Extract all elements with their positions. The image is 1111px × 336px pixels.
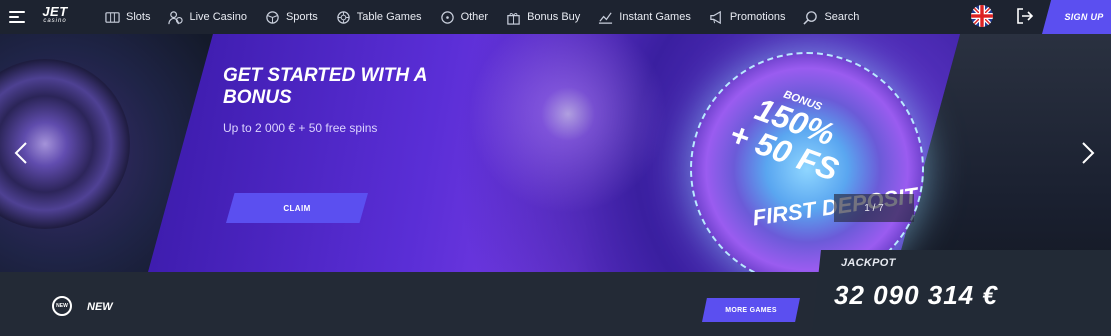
more-games-button[interactable]: MORE GAMES <box>702 298 800 322</box>
login-icon[interactable] <box>1016 7 1034 25</box>
sign-up-button[interactable]: SIGN UP <box>1042 0 1111 34</box>
gift-box-icon <box>507 12 520 25</box>
jackpot-label: JACKPOT <box>841 257 896 269</box>
new-badge-icon: NEW <box>52 296 72 316</box>
next-slide-arrow-icon[interactable] <box>1081 141 1095 165</box>
previous-slide-arrow-icon[interactable] <box>14 141 28 165</box>
dealer-icon <box>168 10 184 24</box>
nav-instant-games[interactable]: Instant Games <box>598 10 691 25</box>
nav-label: Live Casino <box>189 11 247 23</box>
nav-label: Table Games <box>356 11 422 23</box>
claim-button[interactable]: CLAIM <box>226 193 368 223</box>
nav-live-casino[interactable]: Live Casino <box>168 10 247 25</box>
nav-label: Search <box>824 11 860 23</box>
nav-promotions[interactable]: Promotions <box>709 10 786 25</box>
section-title: NEW <box>87 301 113 313</box>
slide-counter: 1 / 7 <box>834 194 914 222</box>
main-nav: Slots Live Casino Sports Table Games Oth… <box>105 0 877 34</box>
sign-up-label: SIGN UP <box>1064 12 1104 22</box>
nav-other[interactable]: Other <box>440 10 489 25</box>
top-navigation-bar: JET casino Slots Live Casino Sports Tabl… <box>0 0 1111 34</box>
jackpot-value: 32 090 314 € <box>834 280 998 310</box>
hero-carousel: BONUS 150% + 50 FS FIRST DEPOSIT GET STA… <box>0 34 1111 272</box>
nav-label: Other <box>460 11 489 23</box>
new-badge-text: NEW <box>56 303 68 309</box>
nav-label: Instant Games <box>619 11 691 23</box>
nav-slots[interactable]: Slots <box>105 10 150 25</box>
more-games-label: MORE GAMES <box>725 306 777 314</box>
uk-flag-icon[interactable] <box>971 5 993 27</box>
jet-casino-logo[interactable]: JET casino <box>37 5 73 24</box>
nav-label: Bonus Buy <box>527 11 581 23</box>
chart-line-icon <box>599 11 613 24</box>
sports-ball-icon <box>266 10 279 24</box>
slot-machine-icon <box>105 11 120 23</box>
hero-title: GET STARTED WITH A BONUS <box>223 65 427 108</box>
hero-subtitle: Up to 2 000 € + 50 free spins <box>223 121 378 135</box>
search-icon <box>803 10 818 25</box>
nav-label: Sports <box>285 11 318 23</box>
logo-main-text: JET <box>42 4 68 19</box>
nav-label: Slots <box>126 11 151 23</box>
nav-table-games[interactable]: Table Games <box>336 10 422 25</box>
nav-search[interactable]: Search <box>803 10 859 25</box>
nav-bonus-buy[interactable]: Bonus Buy <box>506 10 580 25</box>
megaphone-icon <box>710 10 721 24</box>
chip-icon <box>337 10 350 24</box>
nav-sports[interactable]: Sports <box>265 10 318 25</box>
nav-label: Promotions <box>729 11 786 23</box>
menu-icon[interactable] <box>9 11 25 23</box>
other-icon <box>440 10 454 24</box>
claim-label: CLAIM <box>283 203 311 213</box>
